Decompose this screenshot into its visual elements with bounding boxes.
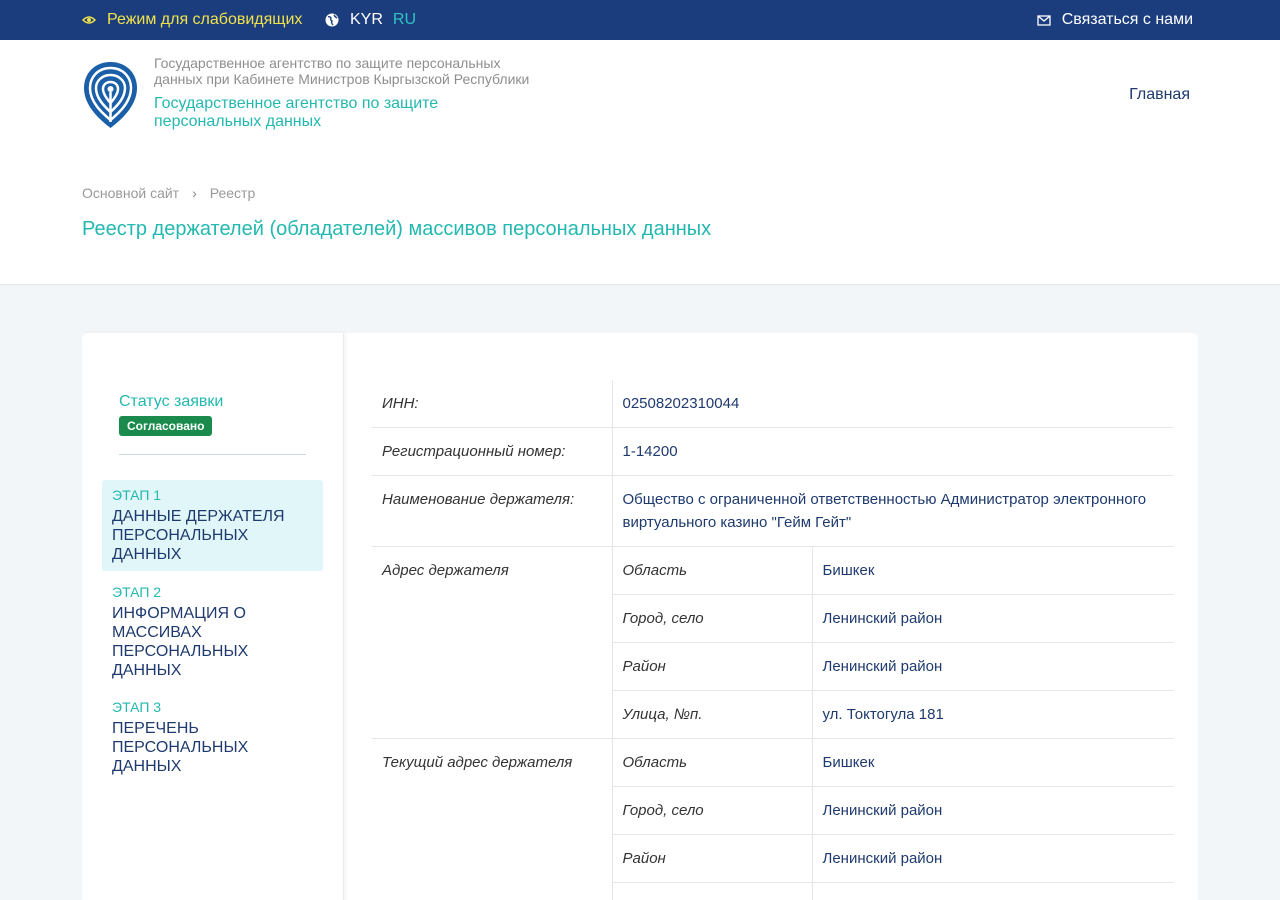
step-title: ПЕРЕЧЕНЬ ПЕРСОНАЛЬНЫХ ДАННЫХ [112, 720, 249, 775]
current-address-field-label: Область [611, 738, 812, 787]
divider [119, 454, 306, 455]
language-switcher: KYR RU [325, 11, 416, 29]
table-row: Наименование держателя: Общество с огран… [372, 475, 1173, 547]
org-full-name: Государственное агентство по защите перс… [154, 55, 530, 87]
lang-kyr-link[interactable]: KYR [350, 11, 383, 29]
step-2[interactable]: ЭТАП 2 ИНФОРМАЦИЯ О МАССИВАХ ПЕРСОНАЛЬНЫ… [102, 577, 323, 687]
step-number: ЭТАП 2 [112, 584, 162, 600]
table-row: Адрес держателя Область Бишкек [372, 546, 1173, 739]
site-header: Государственное агентство по защите перс… [0, 40, 1280, 148]
current-address-field-label: Район [611, 834, 812, 883]
step-number: ЭТАП 1 [112, 487, 162, 503]
status-badge: Согласовано [119, 416, 213, 436]
address-field-label: Город, село [611, 594, 812, 643]
globe-icon [325, 13, 339, 27]
holder-details-table: ИНН: 02508202310044 Регистрационный номе… [372, 380, 1173, 900]
holder-name-value: Общество с ограниченной ответственностью… [611, 475, 1173, 547]
current-address-field-value: Бишкек [811, 738, 1173, 787]
mail-icon [1037, 14, 1051, 26]
step-title: ДАННЫЕ ДЕРЖАТЕЛЯ ПЕРСОНАЛЬНЫХ ДАННЫХ [112, 508, 285, 563]
address-field-label: Область [611, 546, 812, 595]
steps-sidebar: Статус заявки Согласовано ЭТАП 1 ДАННЫЕ … [82, 333, 344, 900]
page-header-band: Основной сайт › Реестр Реестр держателей… [0, 148, 1280, 285]
nav-home-link[interactable]: Главная [1129, 86, 1190, 104]
inn-value: 02508202310044 [611, 380, 1173, 428]
address-field-value: Бишкек [811, 546, 1173, 595]
address-field-value: ул. Токтогула 181 [811, 690, 1173, 739]
step-title: ИНФОРМАЦИЯ О МАССИВАХ ПЕРСОНАЛЬНЫХ ДАННЫ… [112, 605, 249, 679]
lang-ru-link[interactable]: RU [393, 11, 416, 29]
current-address-field-label: Город, село [611, 786, 812, 835]
address-label: Адрес держателя [372, 546, 612, 739]
step-3[interactable]: ЭТАП 3 ПЕРЕЧЕНЬ ПЕРСОНАЛЬНЫХ ДАННЫХ [102, 692, 323, 783]
current-address-field-value: Ленинский район [811, 834, 1173, 883]
application-status-label: Статус заявки [119, 393, 224, 410]
inn-label: ИНН: [372, 380, 612, 428]
table-row: Текущий адрес держателя Область Бишкек [372, 738, 1173, 900]
table-row: ИНН: 02508202310044 [372, 380, 1173, 428]
top-bar: Режим для слабовидящих KYR RU Связаться … [0, 0, 1280, 40]
step-1[interactable]: ЭТАП 1 ДАННЫЕ ДЕРЖАТЕЛЯ ПЕРСОНАЛЬНЫХ ДАН… [102, 480, 323, 571]
eye-icon [82, 16, 96, 24]
reg-number-label: Регистрационный номер: [372, 427, 612, 476]
address-field-label: Район [611, 642, 812, 691]
breadcrumb-main-site[interactable]: Основной сайт [82, 185, 179, 201]
table-row: Регистрационный номер: 1-14200 [372, 427, 1173, 476]
address-field-label: Улица, №п. [611, 690, 812, 739]
current-address-field-label: Улица, №п. [611, 882, 812, 900]
address-field-value: Ленинский район [811, 594, 1173, 643]
current-address-field-value: ул. Токтогула 181 [811, 882, 1173, 900]
address-field-value: Ленинский район [811, 642, 1173, 691]
breadcrumb: Основной сайт › Реестр [82, 185, 255, 201]
current-address-field-value: Ленинский район [811, 786, 1173, 835]
fingerprint-shield-logo[interactable] [82, 60, 139, 130]
registry-card: Статус заявки Согласовано ЭТАП 1 ДАННЫЕ … [82, 333, 1198, 900]
page-title: Реестр держателей (обладателей) массивов… [82, 218, 712, 240]
current-address-label: Текущий адрес держателя [372, 738, 612, 900]
holder-name-label: Наименование держателя: [372, 475, 612, 547]
contact-us-link[interactable]: Связаться с нами [1037, 11, 1193, 29]
breadcrumb-separator: › [192, 185, 197, 201]
reg-number-value: 1-14200 [611, 427, 1173, 476]
breadcrumb-registry[interactable]: Реестр [210, 185, 256, 201]
org-short-name[interactable]: Государственное агентство по защите перс… [154, 95, 484, 131]
low-vision-label: Режим для слабовидящих [107, 11, 303, 28]
step-number: ЭТАП 3 [112, 699, 162, 715]
low-vision-mode-link[interactable]: Режим для слабовидящих [82, 11, 302, 29]
contact-label: Связаться с нами [1061, 11, 1193, 28]
